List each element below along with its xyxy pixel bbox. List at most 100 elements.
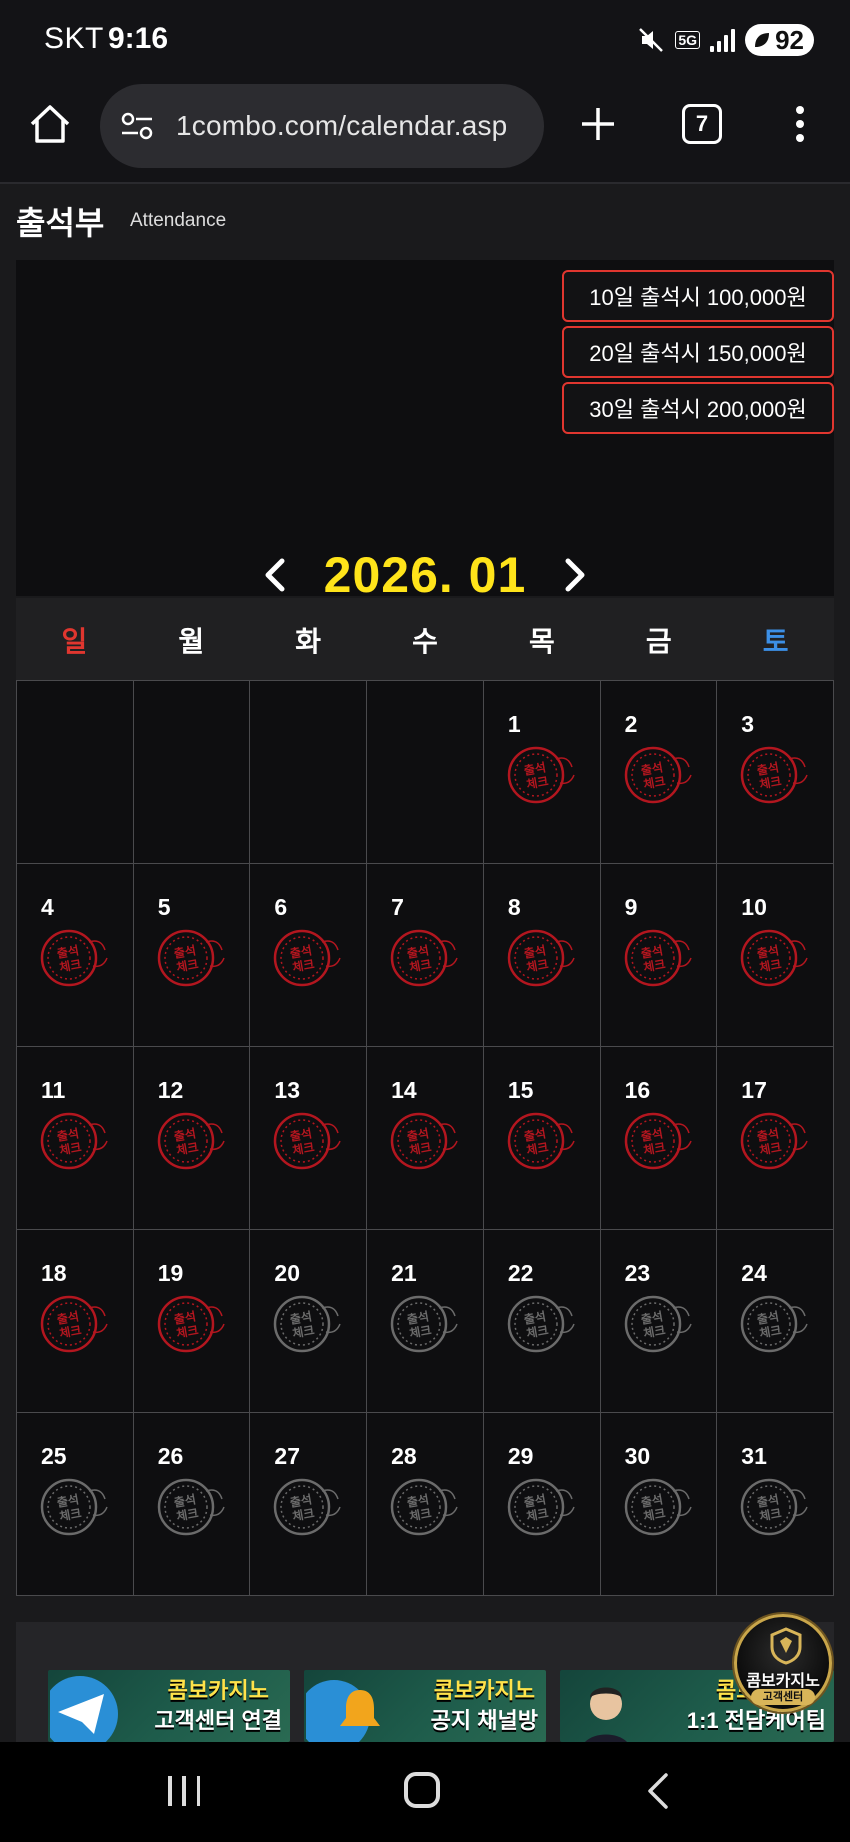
day-cell[interactable]: 10 출석 체크 bbox=[717, 864, 834, 1047]
day-cell[interactable]: 12 출석 체크 bbox=[133, 1047, 251, 1230]
day-cell[interactable]: 9 출석 체크 bbox=[600, 864, 718, 1047]
banner-strip: 콤보카지노 고객센터 연결 콤보카지노 공지 채널방 콤보카지 1:1 전담케 bbox=[16, 1622, 834, 1742]
weekday-label: 토 bbox=[762, 626, 789, 657]
reward-badge: 20일 출석시 150,000원 bbox=[562, 326, 834, 378]
day-cell[interactable]: 19 출석 체크 bbox=[133, 1230, 251, 1413]
site-settings-icon[interactable] bbox=[120, 111, 154, 141]
day-cell[interactable]: 29 출석 체크 bbox=[483, 1413, 601, 1596]
day-cell[interactable]: 6 출석 체크 bbox=[250, 864, 368, 1047]
banner-support[interactable]: 콤보카지노 고객센터 연결 bbox=[48, 1670, 290, 1742]
home-nav-icon[interactable] bbox=[404, 1772, 440, 1808]
tab-count: 7 bbox=[695, 111, 709, 136]
attendance-stamp-icon: 출석체크 bbox=[390, 929, 458, 987]
day-cell[interactable]: 23 출석 체크 bbox=[600, 1230, 718, 1413]
day-cell[interactable]: 31 출석 체크 bbox=[717, 1413, 834, 1596]
weekday-label: 금 bbox=[645, 626, 672, 657]
attendance-stamp-icon: 출석체크 bbox=[741, 929, 808, 987]
cs-badge-subtitle: 고객센터 bbox=[751, 1689, 815, 1705]
day-number: 2 bbox=[624, 711, 638, 737]
clock: 9:16 bbox=[108, 22, 169, 55]
day-cell[interactable]: 14 출석 체크 bbox=[367, 1047, 484, 1230]
day-cell[interactable]: 5 출석 체크 bbox=[133, 864, 251, 1047]
attendance-stamp-icon: 출석체크 bbox=[390, 1112, 458, 1170]
day-number: 28 bbox=[391, 1443, 417, 1469]
day-number: 6 bbox=[274, 894, 288, 920]
day-cell[interactable]: 13 출석 체크 bbox=[250, 1047, 368, 1230]
month-navigator: 2026. 01 bbox=[16, 546, 834, 604]
day-number: 7 bbox=[391, 894, 404, 920]
day-cell[interactable]: 8 출석 체크 bbox=[483, 864, 601, 1047]
day-cell[interactable]: 18 출석 체크 bbox=[17, 1230, 134, 1413]
day-cell[interactable]: 11 출석 체크 bbox=[17, 1047, 134, 1230]
day-cell[interactable]: 1 출석 체크 bbox=[483, 681, 601, 864]
weekday-label: 월 bbox=[178, 626, 205, 657]
reward-badge: 10일 출석시 100,000원 bbox=[562, 270, 834, 322]
day-number: 16 bbox=[624, 1077, 651, 1103]
day-cell[interactable]: 2 출석 체크 bbox=[600, 681, 718, 864]
browser-toolbar: 1combo.com/calendar.asp 7 bbox=[0, 80, 850, 184]
day-number: 20 bbox=[274, 1260, 301, 1286]
status-bar: SKT 9:16 5G 92 bbox=[0, 0, 850, 80]
telegram-icon bbox=[50, 1676, 118, 1742]
attendance-stamp-icon: 출석체크 bbox=[274, 1112, 342, 1170]
day-cell[interactable]: 15 출석 체크 bbox=[483, 1047, 601, 1230]
day-number: 11 bbox=[41, 1077, 66, 1103]
url-text: 1combo.com/calendar.asp bbox=[176, 110, 508, 141]
day-number: 9 bbox=[624, 894, 638, 920]
day-cell[interactable]: 28 출석 체크 bbox=[367, 1413, 484, 1596]
more-menu-icon[interactable] bbox=[790, 102, 810, 146]
attendance-stamp-icon: 출석체크 bbox=[507, 929, 575, 987]
day-number: 4 bbox=[41, 894, 54, 920]
day-cell[interactable]: 20 출석 체크 bbox=[250, 1230, 368, 1413]
day-cell[interactable]: 26 출석 체크 bbox=[133, 1413, 251, 1596]
attendance-stamp-icon: 출석체크 bbox=[390, 1295, 458, 1353]
empty-day-cell bbox=[367, 681, 484, 864]
day-cell[interactable]: 25 출석 체크 bbox=[17, 1413, 134, 1596]
weekday-label: 수 bbox=[412, 626, 438, 657]
day-cell[interactable]: 30 출석 체크 bbox=[600, 1413, 718, 1596]
tab-switcher-button[interactable]: 7 bbox=[682, 104, 722, 144]
attendance-page: 출석부 Attendance 10일 출석시 100,000원 20일 출석시 … bbox=[0, 184, 850, 1742]
weekday-label: 목 bbox=[528, 626, 555, 657]
day-number: 22 bbox=[507, 1260, 534, 1286]
page-subtitle: Attendance bbox=[130, 210, 227, 231]
weekday-label: 화 bbox=[295, 626, 322, 657]
weekday-header: 일월화수목금토 bbox=[16, 598, 834, 682]
day-cell[interactable]: 7 출석 체크 bbox=[367, 864, 484, 1047]
day-cell[interactable]: 24 출석 체크 bbox=[717, 1230, 834, 1413]
new-tab-icon[interactable] bbox=[578, 104, 618, 144]
calendar-grid: 1 출석 체크 2 출석 체크 3 출석 체크 4 출석 체크 5 출석 체크 6 출석 체크 7 출석 체크 8 출석 체크… bbox=[16, 680, 834, 1596]
day-cell[interactable]: 21 출석 체크 bbox=[367, 1230, 484, 1413]
attendance-stamp-icon: 출석체크 bbox=[40, 929, 108, 987]
day-cell[interactable]: 16 출석 체크 bbox=[600, 1047, 718, 1230]
day-cell[interactable]: 22 출석 체크 bbox=[483, 1230, 601, 1413]
attendance-stamp-icon: 출석체크 bbox=[624, 746, 692, 804]
day-number: 19 bbox=[157, 1260, 184, 1286]
attendance-stamp-icon: 출석체크 bbox=[157, 929, 225, 987]
day-cell[interactable]: 27 출석 체크 bbox=[250, 1413, 368, 1596]
customer-center-button[interactable]: 콤보카지노 고객센터 bbox=[734, 1614, 832, 1712]
day-number: 3 bbox=[741, 711, 755, 737]
attendance-stamp-icon: 출석체크 bbox=[274, 1295, 342, 1353]
signal-icon bbox=[710, 28, 736, 52]
day-number: 23 bbox=[624, 1260, 651, 1286]
day-number: 25 bbox=[41, 1443, 67, 1469]
next-month-icon[interactable] bbox=[560, 557, 590, 593]
banner-notice[interactable]: 콤보카지노 공지 채널방 bbox=[304, 1670, 546, 1742]
day-cell[interactable]: 4 출석 체크 bbox=[17, 864, 134, 1047]
mute-icon bbox=[639, 28, 664, 52]
page-title: 출석부 bbox=[16, 205, 105, 241]
home-icon[interactable] bbox=[28, 102, 72, 146]
shield-icon bbox=[770, 1627, 802, 1665]
day-number: 21 bbox=[391, 1260, 417, 1286]
day-number: 12 bbox=[157, 1077, 184, 1103]
empty-day-cell bbox=[17, 681, 134, 864]
address-bar[interactable]: 1combo.com/calendar.asp bbox=[100, 84, 544, 168]
back-icon[interactable] bbox=[644, 1772, 672, 1810]
day-cell[interactable]: 17 출석 체크 bbox=[717, 1047, 834, 1230]
day-number: 14 bbox=[391, 1077, 417, 1103]
day-cell[interactable]: 3 출석 체크 bbox=[717, 681, 834, 864]
prev-month-icon[interactable] bbox=[260, 557, 290, 593]
attendance-stamp-icon: 출석체크 bbox=[40, 1478, 108, 1536]
recent-apps-icon[interactable] bbox=[168, 1776, 200, 1806]
